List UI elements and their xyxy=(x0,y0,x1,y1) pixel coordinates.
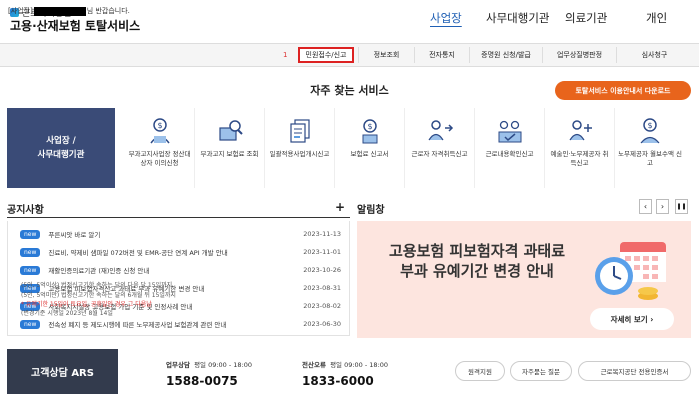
new-badge: new xyxy=(20,247,41,257)
nav-workplace[interactable]: 사업장 xyxy=(430,10,462,26)
remote-support-button[interactable]: 원격지원 xyxy=(455,361,505,381)
greeting: [사업장] 님 반갑습니다. xyxy=(8,6,130,16)
alarm-title: 알림창 xyxy=(357,205,385,216)
greeting-suffix: 님 반갑습니다. xyxy=(86,7,130,15)
work-label: 업무상담 xyxy=(166,361,190,369)
banner-note-3: (변경기준 시행일 2023년 8월 14일 xyxy=(21,310,113,317)
download-guide-button[interactable]: 토탈서비스 이용안내서 다운로드 xyxy=(555,81,691,100)
notice-date: 2023-08-31 xyxy=(303,284,341,292)
service-label: 일괄적용사업개시신고 xyxy=(269,150,330,158)
sub-menu-complaint-report[interactable]: 민원접수/신고 xyxy=(298,47,354,63)
notice-item[interactable]: new 전속성 폐지 등 제도시행에 따른 노무제공사업 보험관계 관련 안내 20… xyxy=(8,315,349,333)
coin-form-icon: $ xyxy=(362,119,377,144)
service-item-5[interactable]: 근로자 자격취득신고 xyxy=(405,108,475,188)
service-item-4[interactable]: $ 보험료 신고서 xyxy=(335,108,405,188)
new-badge: new xyxy=(20,319,41,329)
people-check-icon xyxy=(498,120,521,143)
notice-title: 공지사항 xyxy=(7,205,44,216)
work-phone[interactable]: 1588-0075 xyxy=(166,374,238,388)
service-label: 부과고지 보험료 조회 xyxy=(200,150,259,158)
notice-divider xyxy=(7,217,350,218)
work-consult-label: 업무상담 평일 09:00 - 18:00 xyxy=(166,359,252,369)
banner-note-2: (5인, 5억미만) 법정신고기한 속하는 달의 6개월 뒤 15일까지 xyxy=(21,292,176,299)
nav-agency[interactable]: 사무대행기관 xyxy=(486,10,549,26)
sub-menu-appeal[interactable]: 심사청구 xyxy=(616,47,692,63)
notice-date: 2023-11-13 xyxy=(303,230,341,238)
service-label: 예술인·노무제공자 취득신고 xyxy=(550,150,609,167)
services-category-panel[interactable]: 사업장 / 사무대행기관 xyxy=(7,108,115,188)
sub-menu-certificate[interactable]: 증명원 신청/발급 xyxy=(469,47,542,63)
bill-person-icon: $ xyxy=(149,118,170,144)
svg-text:$: $ xyxy=(367,122,372,131)
greeting-prefix: [사업장] xyxy=(8,7,33,15)
notice-text[interactable]: 재활인증의료기관 (재)인증 신청 안내 xyxy=(48,265,297,275)
notice-text[interactable]: 푸른씨앗 바로 알기 xyxy=(48,229,297,239)
it-label: 전산오류 xyxy=(302,361,326,369)
sub-menu-e-notice[interactable]: 전자통지 xyxy=(414,47,469,63)
service-item-3[interactable]: 일괄적용사업개시신고 xyxy=(265,108,335,188)
notice-date: 2023-06-30 xyxy=(303,320,341,328)
notice-list: new 푸른씨앗 바로 알기 2023-11-13 new 진료비, 약제비 샘파일 … xyxy=(7,221,350,336)
search-doc-icon xyxy=(218,120,243,141)
banner-heading: 고용보험 피보험자격 과태료 부과 유예기간 변경 안내 xyxy=(357,241,597,281)
new-badge: new xyxy=(20,229,41,239)
nav-individual[interactable]: 개인 xyxy=(646,10,667,26)
person-arrow-icon xyxy=(427,120,453,141)
notice-date: 2023-10-26 xyxy=(303,266,341,274)
service-item-1[interactable]: $ 부과고지사업장 정산대상자 이의신청 xyxy=(125,108,195,188)
notice-date: 2023-11-01 xyxy=(303,248,341,256)
sub-menu-info-inquiry[interactable]: 정보조회 xyxy=(358,47,414,63)
new-badge: new xyxy=(20,265,41,275)
site-title[interactable]: 고용·산재보험 토탈서비스 xyxy=(10,17,140,34)
prev-slide-button[interactable]: ‹ xyxy=(639,199,652,214)
notice-date: 2023-08-02 xyxy=(303,302,341,310)
service-label: 근로내용확인신고 xyxy=(485,150,534,158)
service-label: 부과고지사업장 정산대상자 이의신청 xyxy=(128,150,191,167)
service-label: 보험료 신고서 xyxy=(350,150,389,158)
pause-slide-button[interactable]: ❚❚ xyxy=(675,199,688,214)
certificate-button[interactable]: 근로복지공단 전용인증서 xyxy=(578,361,691,381)
ars-panel: 고객상담 ARS xyxy=(7,349,118,394)
notification-count: 1 xyxy=(283,51,288,59)
calendar-clock-icon xyxy=(595,242,666,300)
notice-text[interactable]: 진료비, 약제비 샘파일 072버전 및 EMR-공단 연계 API 개발 안내 xyxy=(48,247,297,257)
banner-warning: * 유예기한 15일이 토요일, 공휴일인 경우 그 다음날 xyxy=(21,301,152,308)
document-stack-icon xyxy=(289,119,310,143)
svg-text:$: $ xyxy=(157,121,162,130)
banner-note-1: (5인, 5억이상) 법정신고기한 속하는 달의 다음 달 15일까지 xyxy=(21,282,173,289)
nav-medical[interactable]: 의료기관 xyxy=(565,10,607,26)
redacted-name xyxy=(33,6,86,16)
service-item-7[interactable]: 예술인·노무제공자 취득신고 xyxy=(545,108,615,188)
svg-text:$: $ xyxy=(647,121,652,130)
category-line2: 사무대행기관 xyxy=(37,150,85,160)
service-label: 근로자 자격취득신고 xyxy=(411,150,468,158)
faq-button[interactable]: 자주묻는 질문 xyxy=(510,361,572,381)
category-line1: 사업장 / xyxy=(46,136,76,146)
notice-item[interactable]: new 푸른씨앗 바로 알기 2023-11-13 xyxy=(8,225,349,243)
notice-more-icon[interactable]: + xyxy=(335,200,345,214)
detail-view-button[interactable]: 자세히 보기 › xyxy=(590,308,674,330)
sub-menu-disease-judgment[interactable]: 업무상질병판정 xyxy=(542,47,616,63)
service-item-8[interactable]: $ 노무제공자 월보수액 신고 xyxy=(615,108,685,188)
notice-text[interactable]: 전속성 폐지 등 제도시행에 따른 노무제공사업 보험관계 관련 안내 xyxy=(48,319,297,329)
it-error-label: 전산오류 평일 09:00 - 18:00 xyxy=(302,359,388,369)
it-hours: 평일 09:00 - 18:00 xyxy=(330,361,389,369)
person-plus-icon xyxy=(568,120,592,141)
next-slide-button[interactable]: › xyxy=(656,199,669,214)
banner-heading-line2: 부과 유예기간 변경 안내 xyxy=(400,262,554,280)
banner-heading-line1: 고용보험 피보험자격 과태료 xyxy=(388,242,566,260)
it-phone[interactable]: 1833-6000 xyxy=(302,374,374,388)
service-item-2[interactable]: 부과고지 보험료 조회 xyxy=(195,108,265,188)
coin-person-icon: $ xyxy=(640,118,660,144)
notice-item[interactable]: new 재활인증의료기관 (재)인증 신청 안내 2023-10-26 xyxy=(8,261,349,279)
notice-item[interactable]: new 진료비, 약제비 샘파일 072버전 및 EMR-공단 연계 API 개발… xyxy=(8,243,349,261)
work-hours: 평일 09:00 - 18:00 xyxy=(194,361,253,369)
service-label: 노무제공자 월보수액 신고 xyxy=(618,150,682,167)
service-item-6[interactable]: 근로내용확인신고 xyxy=(475,108,545,188)
